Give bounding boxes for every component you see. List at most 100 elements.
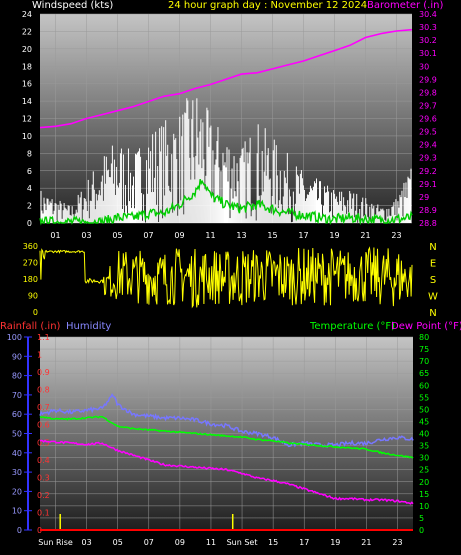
wind-hour-tick-label: 11: [205, 231, 215, 240]
temperature-tick-label: 5: [419, 514, 424, 523]
temperature-tick-label: 10: [419, 502, 429, 511]
humidity-tick-label: 100: [7, 333, 22, 342]
barometer-tick-label: 30.1: [419, 49, 437, 58]
rainfall-tick-label: 0.3: [37, 473, 50, 482]
temperature-tick-label: 70: [419, 357, 429, 366]
barometer-tick-label: 29.3: [419, 154, 437, 163]
barometer-tick-label: 28.9: [419, 206, 437, 215]
direction-degree-label: 90: [28, 292, 38, 301]
humidity-tick-label: 40: [12, 449, 22, 458]
barometer-tick-label: 29.4: [419, 141, 437, 150]
rainfall-tick-label: 0.2: [37, 491, 50, 500]
barometer-tick-label: 29.7: [419, 101, 437, 110]
windspeed-tick-label: 12: [22, 115, 32, 124]
temperature-tick-label: 40: [419, 430, 429, 439]
humidity-tick-label: 10: [12, 507, 22, 516]
temp-hour-tick-label: Sun Set: [227, 538, 258, 547]
humidity-tick-label: 60: [12, 410, 22, 419]
rainfall-tick-label: 0.7: [37, 403, 50, 412]
direction-compass-label: N: [429, 242, 436, 253]
rainfall-tick-label: 1.1: [37, 333, 50, 342]
direction-compass-label: W: [428, 292, 438, 303]
temperature-tick-label: 55: [419, 393, 429, 402]
rainfall-tick-label: 0.5: [37, 438, 50, 447]
wind-hour-tick-label: 19: [329, 231, 339, 240]
wind-hour-tick-label: 15: [267, 231, 277, 240]
rainfall-tick-label: 0.6: [37, 421, 50, 430]
rainfall-tick-label: 0.4: [37, 456, 50, 465]
barometer-tick-label: 29: [419, 193, 429, 202]
direction-compass-label: N: [429, 308, 436, 319]
humidity-tick-label: 30: [12, 468, 22, 477]
humidity-tick-label: 20: [12, 487, 22, 496]
wind-hour-tick-label: 17: [298, 231, 308, 240]
humidity-tick-label: 70: [12, 391, 22, 400]
temperature-tick-label: 45: [419, 417, 429, 426]
barometer-tick-label: 29.6: [419, 115, 437, 124]
wind-hour-tick-label: 05: [112, 231, 122, 240]
barometer-tick-label: 30.2: [419, 36, 437, 45]
rainfall-tick-label: 0.9: [37, 368, 50, 377]
direction-degree-label: 270: [23, 259, 38, 268]
barometer-tick-label: 30.4: [419, 10, 437, 19]
humidity-tick-label: 90: [12, 352, 22, 361]
direction-degree-label: 0: [33, 308, 38, 317]
wind-hour-tick-label: 03: [81, 231, 91, 240]
wind-hour-tick-label: 01: [50, 231, 60, 240]
temperature-tick-label: 75: [419, 345, 429, 354]
wind-hour-tick-label: 09: [174, 231, 184, 240]
wind-hour-tick-label: 21: [360, 231, 370, 240]
weather-graph: Windspeed (kts) 24 hour graph day : Nove…: [0, 0, 461, 555]
temperature-tick-label: 80: [419, 333, 429, 342]
wind-hour-tick-label: 13: [236, 231, 246, 240]
windspeed-tick-label: 20: [22, 45, 32, 54]
barometer-tick-label: 30.3: [419, 23, 437, 32]
temperature-tick-label: 60: [419, 381, 429, 390]
wind-hour-tick-label: 07: [143, 231, 153, 240]
temperature-tick-label: 35: [419, 442, 429, 451]
direction-compass-label: S: [430, 275, 436, 286]
humidity-tick-label: 80: [12, 372, 22, 381]
windspeed-tick-label: 0: [27, 219, 32, 228]
temp-hour-tick-label: 15: [268, 538, 278, 547]
barometer-tick-label: 29.5: [419, 128, 437, 137]
temp-hour-tick-label: 05: [113, 538, 123, 547]
windspeed-tick-label: 16: [22, 80, 32, 89]
direction-compass-label: E: [430, 259, 436, 270]
windspeed-tick-label: 2: [27, 202, 32, 211]
rainfall-tick-label: 1: [37, 351, 42, 360]
barometer-tick-label: 29.9: [419, 75, 437, 84]
temperature-tick-label: 65: [419, 369, 429, 378]
temp-hour-tick-label: 03: [82, 538, 92, 547]
windspeed-tick-label: 22: [22, 27, 32, 36]
barometer-tick-label: 29.2: [419, 167, 437, 176]
temp-hour-tick-label: 11: [206, 538, 216, 547]
wind-hour-tick-label: 23: [391, 231, 401, 240]
direction-degree-label: 180: [23, 275, 38, 284]
temp-hour-tick-label: 09: [175, 538, 185, 547]
temperature-tick-label: 20: [419, 478, 429, 487]
windspeed-tick-label: 24: [22, 10, 32, 19]
barometer-tick-label: 30: [419, 62, 429, 71]
temperature-tick-label: 0: [419, 526, 424, 535]
rainfall-tick-label: 0.8: [37, 386, 50, 395]
temp-hour-tick-label: 23: [392, 538, 402, 547]
temperature-tick-label: 30: [419, 454, 429, 463]
direction-degree-label: 360: [23, 242, 38, 251]
temp-hour-tick-label: 21: [361, 538, 371, 547]
temp-hour-tick-label: 17: [299, 538, 309, 547]
windspeed-tick-label: 4: [27, 184, 32, 193]
humidity-tick-label: 50: [12, 430, 22, 439]
temperature-tick-label: 15: [419, 490, 429, 499]
windspeed-tick-label: 10: [22, 132, 32, 141]
barometer-tick-label: 29.1: [419, 180, 437, 189]
windspeed-tick-label: 6: [27, 167, 32, 176]
windspeed-tick-label: 18: [22, 62, 32, 71]
barometer-tick-label: 29.8: [419, 88, 437, 97]
barometer-tick-label: 28.8: [419, 219, 437, 228]
chart-canvas: 02468101214161820222401 03 05 07 09 11 13 15 17 1…: [7, 10, 438, 547]
temp-hour-tick-label: Sun Rise: [38, 538, 73, 547]
temp-hour-tick-label: 07: [144, 538, 154, 547]
humidity-tick-label: 0: [17, 526, 22, 535]
rainfall-tick-label: 0.1: [37, 508, 50, 517]
